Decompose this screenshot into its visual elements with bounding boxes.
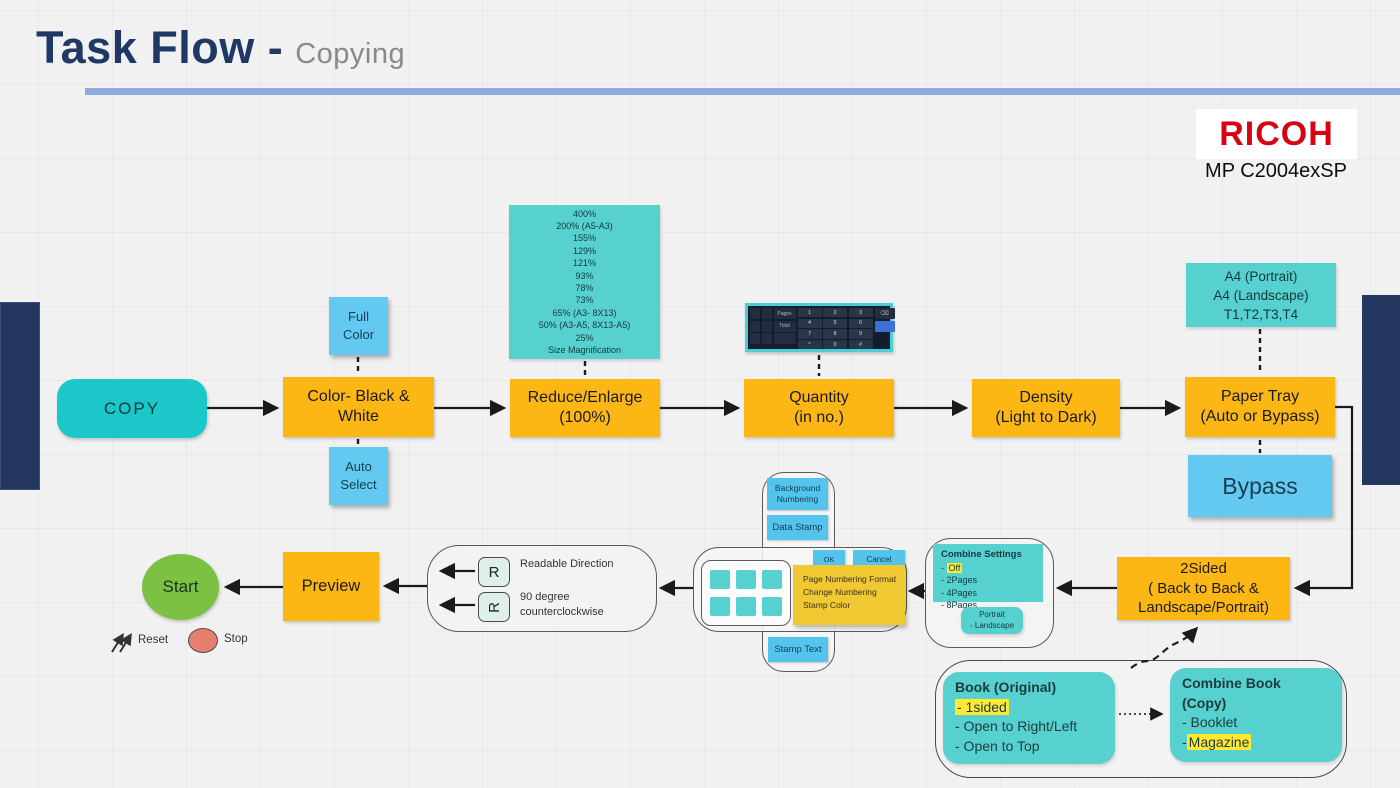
sticky-full-color: Full Color: [329, 297, 388, 355]
node-2sided: 2Sided ( Back to Back & Landscape/Portra…: [1117, 557, 1290, 620]
book-original-box: Book (Original) - 1sided - Open to Right…: [943, 672, 1115, 764]
reset-label: Reset: [138, 634, 168, 646]
printer-model-label: MP C2004exSP: [1186, 160, 1366, 183]
keypad-digit-key: 2: [823, 308, 847, 317]
book-1sided-line: - 1sided: [955, 698, 1115, 718]
stamp-position-cells: [710, 570, 782, 616]
keypad-digit-key: 5: [823, 319, 847, 328]
node-preview: Preview: [283, 552, 379, 621]
background-numbering-button: Background Numbering: [767, 478, 828, 510]
keypad-right-keys: ⌫: [875, 308, 895, 347]
combine-off-line: - Off: [941, 562, 1043, 575]
stop-label: Stop: [224, 633, 248, 645]
book-original-title: Book (Original): [955, 678, 1115, 698]
keypad-digit-key: #: [849, 340, 873, 349]
keypad-digit-key: *: [798, 340, 822, 349]
node-start: Start: [142, 554, 219, 620]
data-stamp-button: Data Stamp: [767, 515, 828, 540]
book-options: - Open to Right/Left - Open to Top: [955, 717, 1115, 756]
combine-book-title: Combine Book (Copy): [1182, 674, 1342, 713]
page-subtitle: Copying: [295, 38, 405, 70]
keypad-digit-key: 0: [823, 340, 847, 349]
combine-settings-box: Combine Settings - Off - 2Pages - 4Pages…: [933, 544, 1043, 602]
keypad-digit-key: 1: [798, 308, 822, 317]
keypad-digit-key: 3: [849, 308, 873, 317]
keypad-enter-key: [875, 321, 895, 332]
slide-canvas: Task Flow - Copying RICOH MP C2004exSP CO…: [0, 0, 1400, 788]
combine-book-booklet: - Booklet: [1182, 713, 1342, 733]
keypad-digit-key: 6: [849, 319, 873, 328]
stamp-position-selector: [701, 560, 791, 626]
right-edge-bar: [1362, 295, 1400, 485]
combine-book-box: Combine Book (Copy) - Booklet -Magazine: [1170, 668, 1342, 762]
combine-book-magazine-line: -Magazine: [1182, 733, 1342, 753]
keypad-digit-key: 4: [798, 319, 822, 328]
sticky-bypass: Bypass: [1188, 455, 1332, 517]
book-1sided-highlight: - 1sided: [955, 699, 1009, 715]
sticky-auto-select: Auto Select: [329, 447, 388, 505]
combine-settings-title: Combine Settings: [941, 549, 1043, 562]
page-title-main: Task Flow -: [36, 22, 283, 73]
rotate-r-upright-icon: R: [478, 557, 510, 587]
stamp-text-button: Stamp Text: [768, 637, 828, 662]
node-quantity: Quantity (in no.): [744, 379, 894, 437]
node-color-black-white: Color- Black & White: [283, 377, 434, 437]
keypad-digit-key: 7: [798, 329, 822, 338]
readable-direction-label: Readable Direction: [520, 558, 650, 570]
keypad-side-keys: [750, 308, 772, 347]
keypad-digits: 123 456 789 *0#: [798, 308, 873, 347]
keypad-total-key: Total: [774, 321, 796, 332]
node-reduce-enlarge: Reduce/Enlarge (100%): [510, 379, 660, 437]
node-paper-tray: Paper Tray (Auto or Bypass): [1185, 377, 1335, 437]
combine-off-highlight: Off: [947, 563, 963, 573]
reset-icon: [112, 636, 122, 652]
ricoh-logo-text: RICOH: [1196, 109, 1357, 159]
keypad-label-keys: Pages Total: [774, 308, 796, 347]
stop-icon: [188, 628, 218, 653]
page-title: Task Flow - Copying: [36, 22, 405, 74]
stamp-note: Page Numbering Format Change Numbering S…: [793, 565, 905, 625]
magazine-highlight: Magazine: [1187, 734, 1252, 750]
ricoh-logo: RICOH: [1196, 109, 1357, 159]
rotate-r-rotated-icon: R: [478, 592, 510, 622]
keypad-blank-key: [774, 333, 796, 344]
paper-tray-options: A4 (Portrait) A4 (Landscape) T1,T2,T3,T4: [1186, 263, 1336, 327]
combine-options: - 2Pages - 4Pages - 8Pages: [941, 574, 1043, 612]
node-density: Density (Light to Dark): [972, 379, 1120, 437]
combine-orientation-box: Portrait - Landscape: [961, 607, 1023, 634]
keypad-backspace-key: ⌫: [875, 308, 895, 319]
reset-icon: [120, 636, 130, 652]
node-copy: COPY: [57, 379, 207, 438]
keypad-panel: Pages Total 123456789*0# ⌫: [748, 306, 890, 349]
keypad-digit-key: 9: [849, 329, 873, 338]
keypad-digit-key: 8: [823, 329, 847, 338]
reduce-enlarge-options: 400% 200% (A5-A3) 155% 129% 121% 93% 78%…: [509, 205, 660, 359]
left-edge-bar: [0, 302, 40, 490]
quantity-keypad: Pages Total 123 456 789 *0# ⌫: [745, 303, 893, 352]
rotate-90-label: 90 degree counterclockwise: [520, 590, 650, 620]
keypad-pages-key: Pages: [774, 308, 796, 319]
title-underline: [85, 88, 1400, 95]
